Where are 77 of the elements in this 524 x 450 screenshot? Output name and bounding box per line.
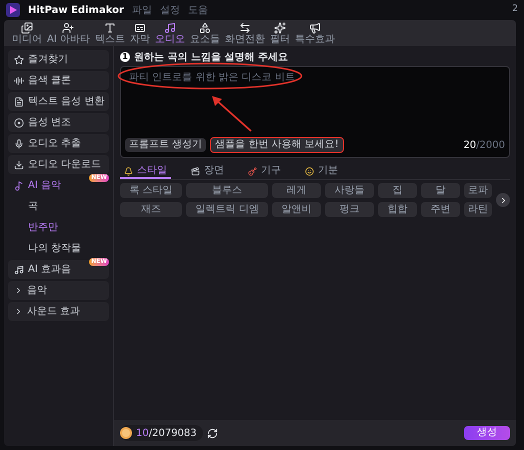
toolbar-tab[interactable]: 텍스트	[94, 22, 125, 46]
toolbar-tab[interactable]: 필터	[270, 22, 290, 46]
toolbar-tab[interactable]: 오디오	[154, 22, 185, 46]
sample-button[interactable]: 샘플을 한번 사용해 보세요!	[210, 137, 344, 153]
bell-icon	[124, 166, 133, 176]
toolbar-tab[interactable]: 자막	[130, 22, 150, 46]
music-notes-icon	[14, 264, 24, 274]
document-icon	[14, 96, 24, 106]
prompt-heading: 원하는 곡의 느낌을 설명해 주세요	[134, 50, 288, 64]
style-chip[interactable]: 달	[421, 183, 460, 198]
prompt-generator-button[interactable]: 프롬프트 생성기	[125, 138, 206, 152]
style-chip[interactable]: 라틴	[464, 202, 492, 217]
style-chip[interactable]: 로파	[464, 183, 492, 198]
character-count: 20/2000	[463, 138, 505, 152]
star-icon	[14, 54, 24, 64]
toolbar-tab[interactable]: 요소들	[190, 22, 220, 46]
sidebar-item[interactable]: 음악	[8, 281, 109, 300]
app-title: HitPaw Edimakor	[28, 4, 124, 18]
corner-text: 2	[512, 3, 518, 16]
shapes-icon	[198, 22, 211, 34]
style-chip[interactable]: 주변	[421, 202, 460, 217]
style-chip[interactable]: 알앤비	[272, 202, 322, 217]
sidebar-item[interactable]: 음성 변조	[8, 113, 109, 132]
menu-item[interactable]: 설정	[160, 2, 180, 18]
clapperboard-icon	[191, 166, 200, 176]
captions-icon	[134, 22, 146, 34]
menu-item[interactable]: 파일	[132, 2, 152, 18]
style-chip[interactable]: 블루스	[186, 183, 268, 198]
category-tab[interactable]: 기구	[244, 165, 285, 179]
style-chip[interactable]: 펑크	[325, 202, 374, 217]
arrows-icon	[238, 22, 251, 34]
step-number: 1	[120, 52, 130, 62]
app-logo-icon	[6, 3, 20, 17]
style-chip[interactable]: 재즈	[120, 202, 182, 217]
waveform-icon	[14, 76, 24, 86]
style-chip[interactable]: 집	[378, 183, 418, 198]
sidebar-item[interactable]: 오디오 다운로드	[8, 155, 109, 174]
sidebar-subitem[interactable]: 나의 창작물	[8, 239, 109, 258]
menu-item[interactable]: 도움	[188, 2, 208, 18]
disc-icon	[14, 118, 24, 128]
music-note-icon	[164, 22, 176, 34]
microphone-icon	[14, 138, 24, 148]
style-chip[interactable]: 일렉트릭 디엠	[186, 202, 268, 217]
caret-icon	[14, 286, 23, 295]
toolbar-tab[interactable]: AI 아바타	[47, 22, 90, 46]
images-icon	[21, 22, 33, 34]
megaphone-icon	[308, 22, 321, 34]
sidebar-subitem[interactable]: 곡	[8, 197, 109, 216]
toolbar-tab[interactable]: 미디어	[12, 22, 42, 46]
download-icon	[14, 160, 24, 170]
toolbar-tab[interactable]: 특수효과	[294, 22, 335, 46]
music-note-icon	[14, 180, 24, 190]
credits-count: 10/2079083	[136, 426, 197, 440]
category-tab[interactable]: 기분	[301, 165, 342, 179]
smile-icon	[305, 166, 314, 176]
guitar-icon	[248, 166, 257, 176]
generate-button[interactable]: 생성	[464, 426, 510, 440]
caret-icon	[14, 307, 23, 316]
category-tab[interactable]: 장면	[187, 165, 228, 179]
style-chip[interactable]: 록 스타일	[120, 183, 182, 198]
text-icon	[104, 22, 116, 34]
sidebar-subitem[interactable]: 반주만	[8, 218, 109, 237]
next-button[interactable]	[496, 193, 510, 207]
category-tab[interactable]: 스타일	[120, 165, 171, 179]
refresh-icon[interactable]	[206, 428, 218, 438]
style-chip[interactable]: 사랑들	[325, 183, 374, 198]
sidebar-item[interactable]: 즐겨찾기	[8, 50, 109, 69]
sidebar-item[interactable]: 사운드 효과	[8, 302, 109, 321]
sidebar-item[interactable]: 음색 클론	[8, 71, 109, 90]
sidebar-item[interactable]: 텍스트 음성 변환	[8, 92, 109, 111]
sparkle-icon	[274, 22, 286, 34]
toolbar-tab[interactable]: 화면전환	[224, 22, 265, 46]
sidebar-item[interactable]: 오디오 추출	[8, 134, 109, 153]
user-plus-icon	[62, 22, 74, 34]
style-chip[interactable]: 힙합	[378, 202, 418, 217]
coin-icon	[120, 427, 132, 439]
style-chip[interactable]: 레게	[272, 183, 322, 198]
